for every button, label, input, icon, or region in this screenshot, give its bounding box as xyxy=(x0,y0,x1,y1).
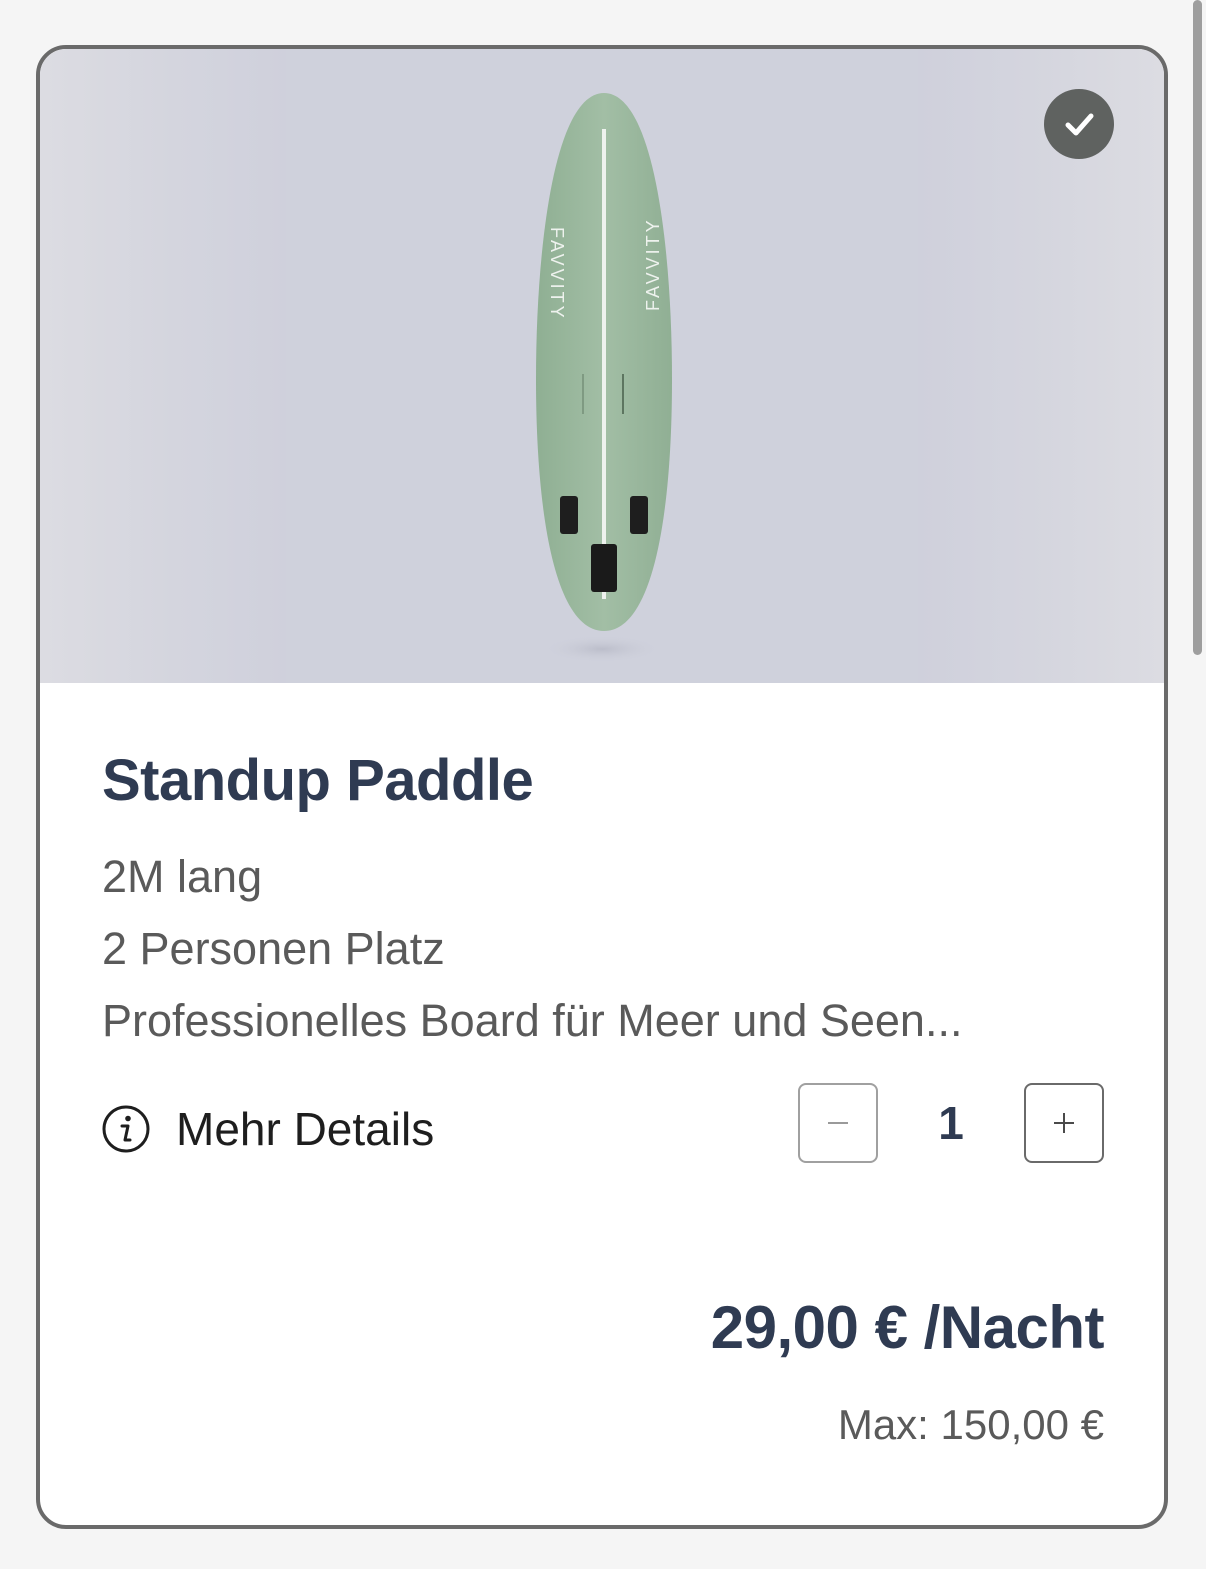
svg-text:FAVVITY: FAVVITY xyxy=(643,217,663,311)
board-logo-left: FAVVITY xyxy=(547,227,567,321)
board-logo-right: FAVVITY xyxy=(643,217,663,311)
plus-icon xyxy=(1054,1113,1074,1133)
quantity-stepper[interactable]: 1 xyxy=(798,1083,1104,1167)
product-title: Standup Paddle xyxy=(102,748,534,813)
info-icon xyxy=(102,1105,150,1153)
description-length: 2M lang xyxy=(102,851,263,902)
description-capacity: 2 Personen Platz xyxy=(102,923,445,974)
more-details-link[interactable]: Mehr Details xyxy=(102,1101,434,1157)
minus-icon xyxy=(828,1122,848,1124)
price-per-night: 29,00 € /Nacht xyxy=(710,1294,1105,1361)
quantity-value: 1 xyxy=(938,1097,964,1149)
product-card[interactable]: FAVVITY FAVVITY Standup Paddle 2M lang 2… xyxy=(36,45,1168,1529)
product-image: FAVVITY FAVVITY xyxy=(40,49,1164,683)
scrollbar[interactable] xyxy=(1193,0,1202,655)
selected-check-icon[interactable] xyxy=(1044,89,1114,159)
more-details-label: Mehr Details xyxy=(176,1103,435,1155)
max-price: Max: 150,00 € xyxy=(837,1401,1104,1448)
decrement-button[interactable] xyxy=(798,1083,878,1163)
page: FAVVITY FAVVITY Standup Paddle 2M lang 2… xyxy=(0,0,1206,1569)
paddle-board-illustration: FAVVITY FAVVITY xyxy=(536,93,672,663)
description-summary: Professionelles Board für Meer und Seen.… xyxy=(102,995,963,1046)
product-photo: FAVVITY FAVVITY xyxy=(286,49,918,683)
increment-button[interactable] xyxy=(1024,1083,1104,1163)
svg-text:FAVVITY: FAVVITY xyxy=(547,227,567,321)
